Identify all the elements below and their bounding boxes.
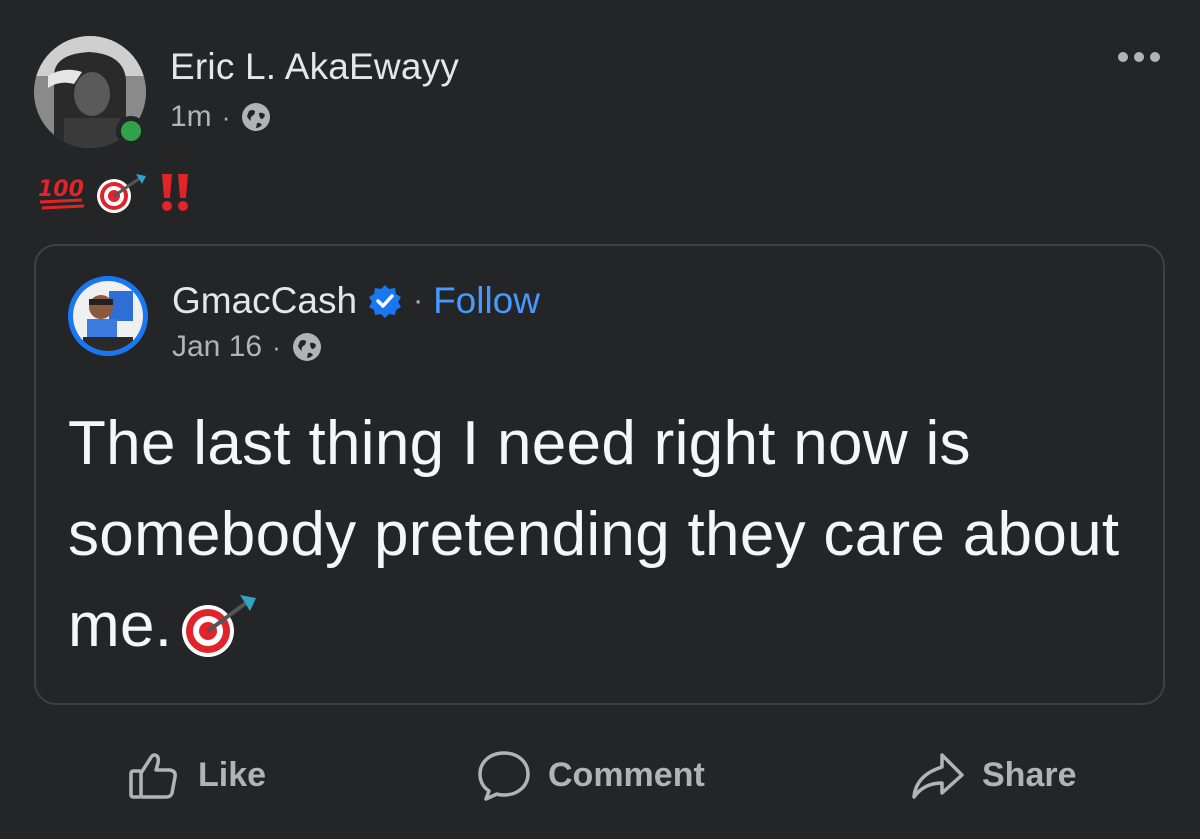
share-button[interactable]: Share (910, 740, 1077, 810)
more-options-icon[interactable] (1118, 52, 1160, 62)
thumbs-up-icon (129, 753, 177, 799)
shared-meta: Jan 16 · (172, 330, 323, 364)
comment-label: Comment (548, 755, 705, 794)
like-button[interactable]: Like (126, 740, 266, 810)
globe-icon (240, 101, 272, 133)
shared-header: GmacCash · Follow (172, 280, 540, 322)
comment-icon (478, 751, 530, 801)
like-label: Like (198, 755, 267, 794)
verified-badge-icon (367, 283, 403, 319)
double-exclamation-emoji (156, 170, 196, 219)
shared-post-text: The last thing I need right now is someb… (68, 398, 1138, 671)
hundred-points-emoji: 100 (36, 170, 88, 219)
post-meta: 1m · (170, 100, 272, 134)
share-label: Share (982, 755, 1077, 794)
post: Eric L. AkaEwayy 1m · 100 GmacCash · Fol… (0, 0, 1200, 839)
shared-date[interactable]: Jan 16 (172, 330, 262, 364)
svg-text:100: 100 (38, 177, 84, 202)
online-status-dot (116, 116, 146, 146)
post-caption: 100 (36, 172, 196, 216)
author-avatar[interactable] (34, 36, 146, 148)
follow-separator: · (413, 284, 424, 317)
shared-meta-separator: · (272, 331, 281, 362)
shared-author-name[interactable]: GmacCash (172, 280, 357, 322)
globe-icon (291, 331, 323, 363)
direct-hit-emoji (94, 170, 150, 219)
follow-button[interactable]: Follow (433, 280, 540, 322)
shared-author-avatar[interactable] (68, 276, 148, 356)
meta-separator: · (221, 101, 231, 132)
action-bar: Like Comment Share (0, 740, 1200, 810)
author-name[interactable]: Eric L. AkaEwayy (170, 46, 459, 88)
shared-post-card[interactable]: GmacCash · Follow Jan 16 · The last thin… (34, 244, 1165, 705)
post-time[interactable]: 1m (170, 100, 212, 134)
direct-hit-emoji (180, 589, 260, 659)
share-arrow-icon (912, 753, 964, 799)
comment-button[interactable]: Comment (476, 740, 705, 810)
